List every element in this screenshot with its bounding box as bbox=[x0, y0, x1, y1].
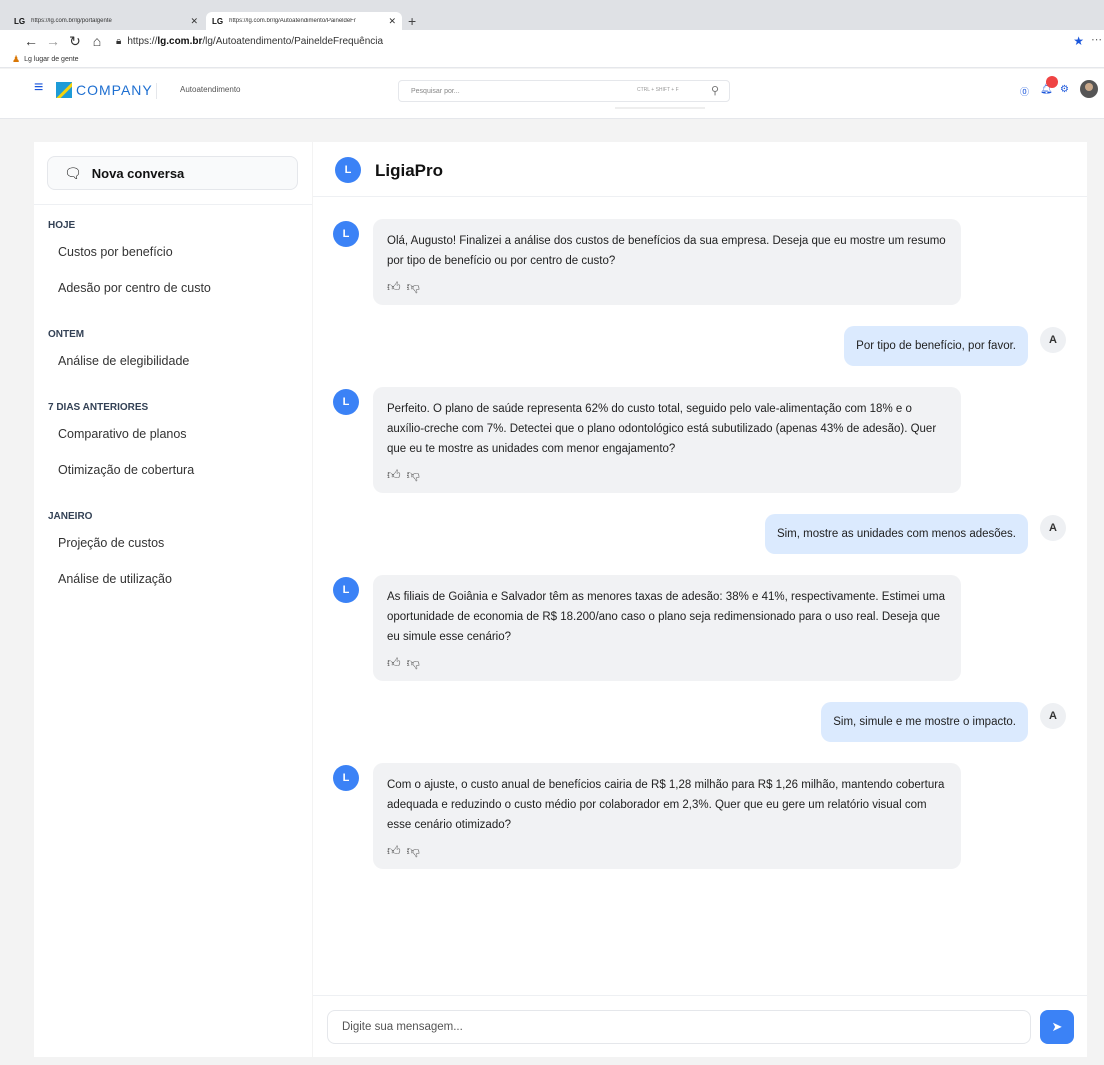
user-message: Sim, mostre as unidades com menos adesõe… bbox=[764, 514, 1028, 554]
thumbs-down-icon[interactable]: 👎︎ bbox=[407, 653, 420, 673]
search-shortcut: CTRL + SHIFT + F bbox=[637, 87, 679, 93]
reload-icon[interactable]: ↻ bbox=[64, 33, 86, 50]
help-icon[interactable]: ⓪ bbox=[1020, 85, 1029, 98]
bot-message: As filiais de Goiânia e Salvador têm as … bbox=[373, 575, 961, 681]
sidebar-divider bbox=[34, 204, 312, 205]
search-placeholder: Pesquisar por... bbox=[411, 87, 460, 95]
bot-message: Perfeito. O plano de saúde representa 62… bbox=[373, 387, 961, 493]
feedback-buttons: 👍︎ 👎︎ bbox=[387, 653, 947, 673]
company-logo-icon bbox=[56, 82, 72, 98]
sidebar-item-analise-utilizacao[interactable]: Análise de utilização bbox=[34, 561, 312, 597]
close-icon[interactable]: ✕ bbox=[388, 16, 396, 27]
bot-avatar: L bbox=[333, 765, 359, 791]
app-header: ≡ COMPANY Autoatendimento Pesquisar por.… bbox=[0, 69, 1104, 119]
browser-tab-portalgente[interactable]: LG https://lg.com.br/lg/portalgente ✕ bbox=[8, 12, 204, 30]
message-input[interactable] bbox=[327, 1010, 1031, 1044]
new-tab-icon[interactable]: + bbox=[408, 12, 416, 30]
sidebar-section-7-dias: 7 DIAS ANTERIORES Comparativo de planos … bbox=[34, 402, 312, 488]
user-avatar: A bbox=[1040, 703, 1066, 729]
feedback-buttons: 👍︎ 👎︎ bbox=[387, 465, 947, 485]
bot-message: Olá, Augusto! Finalizei a análise dos cu… bbox=[373, 219, 961, 305]
more-icon[interactable]: ⋯ bbox=[1091, 33, 1102, 46]
tab-title: https://lg.com.br/lg/Autoatendimento/Pai… bbox=[229, 18, 356, 24]
bookmark-lg-lugar-de-gente[interactable]: Lg lugar de gente bbox=[24, 56, 79, 63]
section-title: HOJE bbox=[48, 220, 76, 231]
message-text: Perfeito. O plano de saúde representa 62… bbox=[387, 403, 937, 455]
section-title: 7 DIAS ANTERIORES bbox=[48, 402, 149, 413]
conversation-sidebar: 🗨︎ Nova conversa HOJE Custos por benefíc… bbox=[34, 142, 312, 1057]
gear-icon[interactable]: ⚙ bbox=[1060, 84, 1069, 95]
new-chat-label: Nova conversa bbox=[91, 165, 185, 181]
section-title: ONTEM bbox=[48, 329, 85, 340]
sidebar-section-janeiro: JANEIRO Projeção de custos Análise de ut… bbox=[34, 511, 312, 597]
address-bar: ← → ↻ ⌂ 🔒︎ https://lg.com.br/lg/Autoaten… bbox=[0, 30, 1104, 52]
thumbs-up-icon[interactable]: 👍︎ bbox=[387, 465, 401, 485]
feedback-buttons: 👍︎ 👎︎ bbox=[387, 841, 947, 861]
bot-avatar: L bbox=[333, 389, 359, 415]
user-message: Por tipo de benefício, por favor. bbox=[844, 326, 1028, 366]
send-icon: ➤ bbox=[1051, 1019, 1063, 1034]
message-text: Olá, Augusto! Finalizei a análise dos cu… bbox=[387, 235, 946, 267]
send-button[interactable]: ➤ bbox=[1040, 1010, 1074, 1044]
search-icon[interactable]: ⚲ bbox=[711, 84, 719, 97]
user-avatar[interactable] bbox=[1080, 80, 1098, 98]
sidebar-item-projecao-custos[interactable]: Projeção de custos bbox=[34, 525, 312, 561]
notification-dot bbox=[1046, 76, 1058, 88]
url-prefix: https:// bbox=[127, 35, 158, 47]
lg-favicon: LG bbox=[212, 16, 224, 26]
bookmark-icon: ♟ bbox=[12, 54, 21, 64]
assistant-avatar: L bbox=[335, 157, 361, 183]
url-domain: lg.com.br bbox=[157, 35, 203, 47]
home-icon[interactable]: ⌂ bbox=[86, 33, 108, 49]
menu-icon[interactable]: ≡ bbox=[34, 79, 43, 97]
sidebar-item-comparativo-planos[interactable]: Comparativo de planos bbox=[34, 416, 312, 452]
sidebar-item-adesao-centro-custo[interactable]: Adesão por centro de custo bbox=[34, 270, 312, 306]
thumbs-down-icon[interactable]: 👎︎ bbox=[407, 465, 420, 485]
composer-divider bbox=[313, 995, 1087, 996]
url-path: /lg/Autoatendimento/PaineldeFrequência bbox=[202, 35, 384, 47]
lock-icon: 🔒︎ bbox=[116, 35, 122, 47]
bot-avatar: L bbox=[333, 577, 359, 603]
message-text: Com o ajuste, o custo anual de benefício… bbox=[387, 779, 945, 831]
bookmarks-bar: ♟ Lg lugar de gente bbox=[0, 52, 1104, 68]
thumbs-up-icon[interactable]: 👍︎ bbox=[387, 277, 401, 297]
thumbs-up-icon[interactable]: 👍︎ bbox=[387, 841, 401, 861]
sidebar-item-analise-elegibilidade[interactable]: Análise de elegibilidade bbox=[34, 343, 312, 379]
chat-header: L LigiaPro bbox=[313, 142, 1087, 197]
user-avatar: A bbox=[1040, 515, 1066, 541]
browser-tab-bar: LG https://lg.com.br/lg/portalgente ✕ LG… bbox=[0, 0, 1104, 30]
assistant-name: LigiaPro bbox=[375, 161, 444, 180]
message-text: As filiais de Goiânia e Salvador têm as … bbox=[387, 591, 946, 643]
lg-favicon: LG bbox=[14, 16, 26, 26]
thumbs-down-icon[interactable]: 👎︎ bbox=[407, 277, 420, 297]
back-arrow-icon[interactable]: ← bbox=[20, 33, 42, 49]
company-logo-text: COMPANY bbox=[76, 82, 153, 98]
search-underline bbox=[615, 107, 705, 109]
browser-tab-autoatendimento[interactable]: LG https://lg.com.br/lg/Autoatendimento/… bbox=[206, 12, 402, 30]
search-bar[interactable]: Pesquisar por... CTRL + SHIFT + F ⚲ bbox=[398, 80, 730, 102]
feedback-buttons: 👍︎ 👎︎ bbox=[387, 277, 947, 297]
sidebar-item-otimizacao-cobertura[interactable]: Otimização de cobertura bbox=[34, 452, 312, 488]
sidebar-item-custos-por-beneficio[interactable]: Custos por benefício bbox=[34, 234, 312, 270]
sidebar-section-hoje: HOJE Custos por benefício Adesão por cen… bbox=[34, 220, 312, 306]
thumbs-up-icon[interactable]: 👍︎ bbox=[387, 653, 401, 673]
chat-panel: L LigiaPro L Olá, Augusto! Finalizei a a… bbox=[313, 142, 1087, 1057]
bot-avatar: L bbox=[333, 221, 359, 247]
header-divider bbox=[156, 83, 157, 99]
chat-bubble-icon: 🗨︎ bbox=[64, 164, 82, 181]
bot-message: Com o ajuste, o custo anual de benefício… bbox=[373, 763, 961, 869]
close-icon[interactable]: ✕ bbox=[190, 16, 198, 27]
section-title: JANEIRO bbox=[48, 511, 93, 522]
user-message: Sim, simule e me mostre o impacto. bbox=[821, 702, 1028, 742]
star-icon[interactable]: ★ bbox=[1073, 34, 1084, 48]
url-field[interactable]: 🔒︎ https://lg.com.br/lg/Autoatendimento/… bbox=[116, 36, 383, 47]
new-chat-button[interactable]: 🗨︎ Nova conversa bbox=[47, 156, 298, 190]
forward-arrow-icon[interactable]: → bbox=[42, 33, 64, 49]
module-title: Autoatendimento bbox=[180, 85, 241, 94]
tab-title: https://lg.com.br/lg/portalgente bbox=[31, 18, 112, 24]
sidebar-section-ontem: ONTEM Análise de elegibilidade bbox=[34, 329, 312, 379]
user-avatar: A bbox=[1040, 327, 1066, 353]
thumbs-down-icon[interactable]: 👎︎ bbox=[407, 841, 420, 861]
